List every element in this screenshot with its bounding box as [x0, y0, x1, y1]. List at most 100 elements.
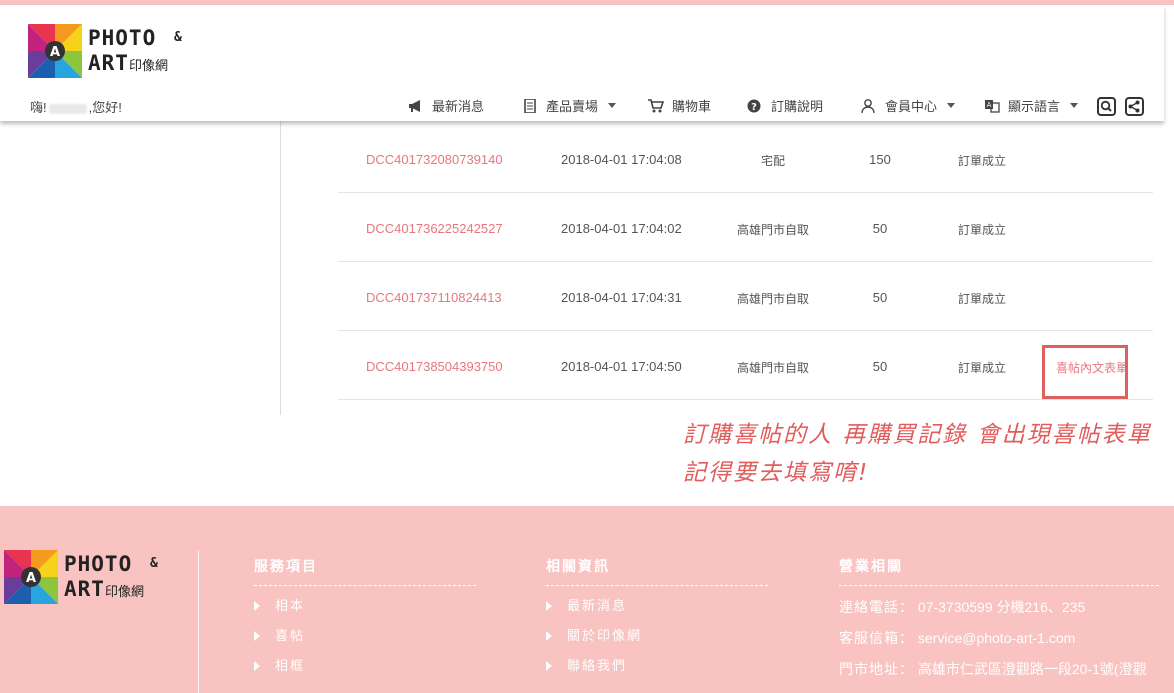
table-row: DCC401737110824413 2018-04-01 17:04:31 高…	[338, 262, 1153, 331]
photo-art-logo-icon: A	[28, 24, 82, 78]
footer-info-title: 相關資訊	[546, 556, 768, 586]
nav-cart-label: 購物車	[672, 100, 712, 115]
nav-order-help[interactable]: ? 訂購說明	[747, 96, 823, 115]
annotation-line-1: 訂購喜帖的人 再購買記錄 會出現喜帖表單	[683, 422, 1152, 448]
order-id-link[interactable]: DCC401738504393750	[366, 359, 503, 374]
table-row: DCC401732080739140 2018-04-01 17:04:08 宅…	[338, 124, 1153, 193]
footer-business-title: 營業相關	[839, 556, 1159, 586]
order-id-link[interactable]: DCC401732080739140	[366, 152, 503, 167]
nav-news[interactable]: 最新消息	[408, 96, 484, 115]
order-date: 2018-04-01 17:04:02	[561, 221, 682, 236]
site-header: A PHOTO & ART印像網 嗨! ,您好! 最新消息 產品賣場 購物車 ? …	[0, 5, 1164, 121]
order-amount: 50	[872, 359, 888, 374]
greeting-prefix: 嗨!	[30, 100, 47, 115]
shipping-method: 高雄門市自取	[736, 361, 809, 375]
footer-logo[interactable]: A PHOTO & ART印像網	[4, 550, 174, 606]
share-button[interactable]	[1125, 97, 1144, 116]
shipping-method: 宅配	[760, 154, 785, 168]
footer-info-column: 相關資訊 最新消息 關於印像網 聯絡我們	[546, 556, 768, 685]
shipping-method: 高雄門市自取	[736, 292, 809, 306]
order-id-link[interactable]: DCC401737110824413	[366, 290, 502, 305]
order-status: 訂單成立	[958, 361, 1007, 375]
order-date: 2018-04-01 17:04:08	[561, 152, 682, 167]
nav-order-help-label: 訂購說明	[771, 100, 824, 115]
megaphone-icon	[409, 99, 420, 112]
annotation-line-2: 記得要去填寫唷!	[683, 460, 870, 486]
nav-language-label: 顯示語言	[1008, 100, 1061, 115]
photo-art-logo-icon: A	[4, 550, 58, 604]
order-amount: 50	[872, 221, 888, 236]
order-date: 2018-04-01 17:04:50	[561, 359, 682, 374]
nav-news-label: 最新消息	[432, 100, 485, 115]
order-status: 訂單成立	[958, 292, 1007, 306]
site-logo[interactable]: A PHOTO & ART印像網	[28, 24, 198, 80]
site-footer: A PHOTO & ART印像網 服務項目 相本 喜帖 相框 相關資訊 最新消息…	[0, 506, 1174, 693]
footer-services-column: 服務項目 相本 喜帖 相框	[254, 556, 476, 685]
footer-address: 門市地址： 高雄市仁武區澄觀路一段20-1號(澄觀	[839, 661, 1147, 677]
svg-text:A: A	[26, 571, 36, 586]
order-id-link[interactable]: DCC401736225242527	[366, 221, 503, 236]
triangle-right-icon	[254, 660, 260, 671]
footer-phone: 連絡電話： 07-3730599 分機216、235	[839, 599, 1086, 615]
logo-wordmark: PHOTO & ART印像網	[88, 26, 182, 79]
shopping-cart-icon	[648, 98, 664, 112]
footer-logo-wordmark: PHOTO & ART印像網	[64, 552, 158, 605]
triangle-right-icon	[546, 630, 552, 641]
logo-line-art: ART	[88, 51, 129, 75]
question-circle-icon: ?	[747, 99, 761, 113]
nav-member-label: 會員中心	[885, 100, 938, 115]
svg-text:A: A	[987, 101, 992, 109]
logo-ampersand: &	[174, 30, 183, 45]
logo-chinese-name: 印像網	[128, 59, 168, 74]
order-amount: 50	[872, 290, 888, 305]
chevron-down-icon	[947, 103, 956, 108]
sidebar-divider	[280, 121, 281, 415]
order-status: 訂單成立	[958, 223, 1007, 237]
footer-link-wedding-card[interactable]: 喜帖	[254, 625, 476, 655]
order-history-table: DCC401732080739140 2018-04-01 17:04:08 宅…	[338, 124, 1153, 400]
logo-ampersand: &	[150, 556, 159, 571]
share-icon	[1128, 100, 1140, 113]
triangle-right-icon	[546, 600, 552, 611]
logo-line-art: ART	[64, 577, 105, 601]
footer-link-album[interactable]: 相本	[254, 595, 476, 625]
language-icon: A	[985, 99, 1000, 113]
nav-products[interactable]: 產品賣場	[522, 96, 617, 115]
nav-cart[interactable]: 購物車	[648, 96, 711, 115]
logo-line-photo: PHOTO	[64, 552, 133, 576]
blurred-username	[48, 103, 87, 114]
footer-link-about[interactable]: 關於印像網	[546, 625, 768, 655]
triangle-right-icon	[254, 600, 260, 611]
order-status: 訂單成立	[958, 154, 1007, 168]
user-icon	[861, 98, 875, 113]
chevron-down-icon	[608, 103, 617, 108]
triangle-right-icon	[254, 630, 260, 641]
chevron-down-icon	[1070, 103, 1079, 108]
search-button[interactable]	[1097, 97, 1116, 116]
triangle-right-icon	[546, 660, 552, 671]
footer-divider	[198, 551, 199, 693]
svg-text:A: A	[50, 45, 60, 60]
order-date: 2018-04-01 17:04:31	[561, 290, 682, 305]
footer-link-frame[interactable]: 相框	[254, 655, 476, 685]
highlight-annotation-box	[1042, 345, 1128, 399]
footer-link-contact[interactable]: 聯絡我們	[546, 655, 768, 685]
svg-text:?: ?	[751, 102, 757, 113]
logo-line-photo: PHOTO	[88, 26, 157, 50]
table-row: DCC401738504393750 2018-04-01 17:04:50 高…	[338, 331, 1153, 400]
footer-link-news[interactable]: 最新消息	[546, 595, 768, 625]
greeting-suffix: ,您好!	[88, 100, 122, 115]
footer-email[interactable]: 客服信箱： service@photo-art-1.com	[839, 626, 1159, 657]
nav-products-label: 產品賣場	[546, 100, 599, 115]
footer-services-title: 服務項目	[254, 556, 476, 586]
search-icon	[1100, 100, 1112, 112]
logo-chinese-name: 印像網	[104, 585, 144, 600]
handwritten-annotation: 訂購喜帖的人 再購買記錄 會出現喜帖表單 記得要去填寫唷!	[683, 416, 1152, 492]
user-greeting: 嗨! ,您好!	[30, 97, 122, 116]
footer-business-column: 營業相關 連絡電話： 07-3730599 分機216、235 客服信箱： se…	[839, 556, 1159, 688]
order-amount: 150	[869, 152, 891, 167]
nav-member[interactable]: 會員中心	[861, 96, 956, 115]
nav-language[interactable]: A 顯示語言	[984, 96, 1079, 115]
shipping-method: 高雄門市自取	[736, 223, 809, 237]
table-row: DCC401736225242527 2018-04-01 17:04:02 高…	[338, 193, 1153, 262]
